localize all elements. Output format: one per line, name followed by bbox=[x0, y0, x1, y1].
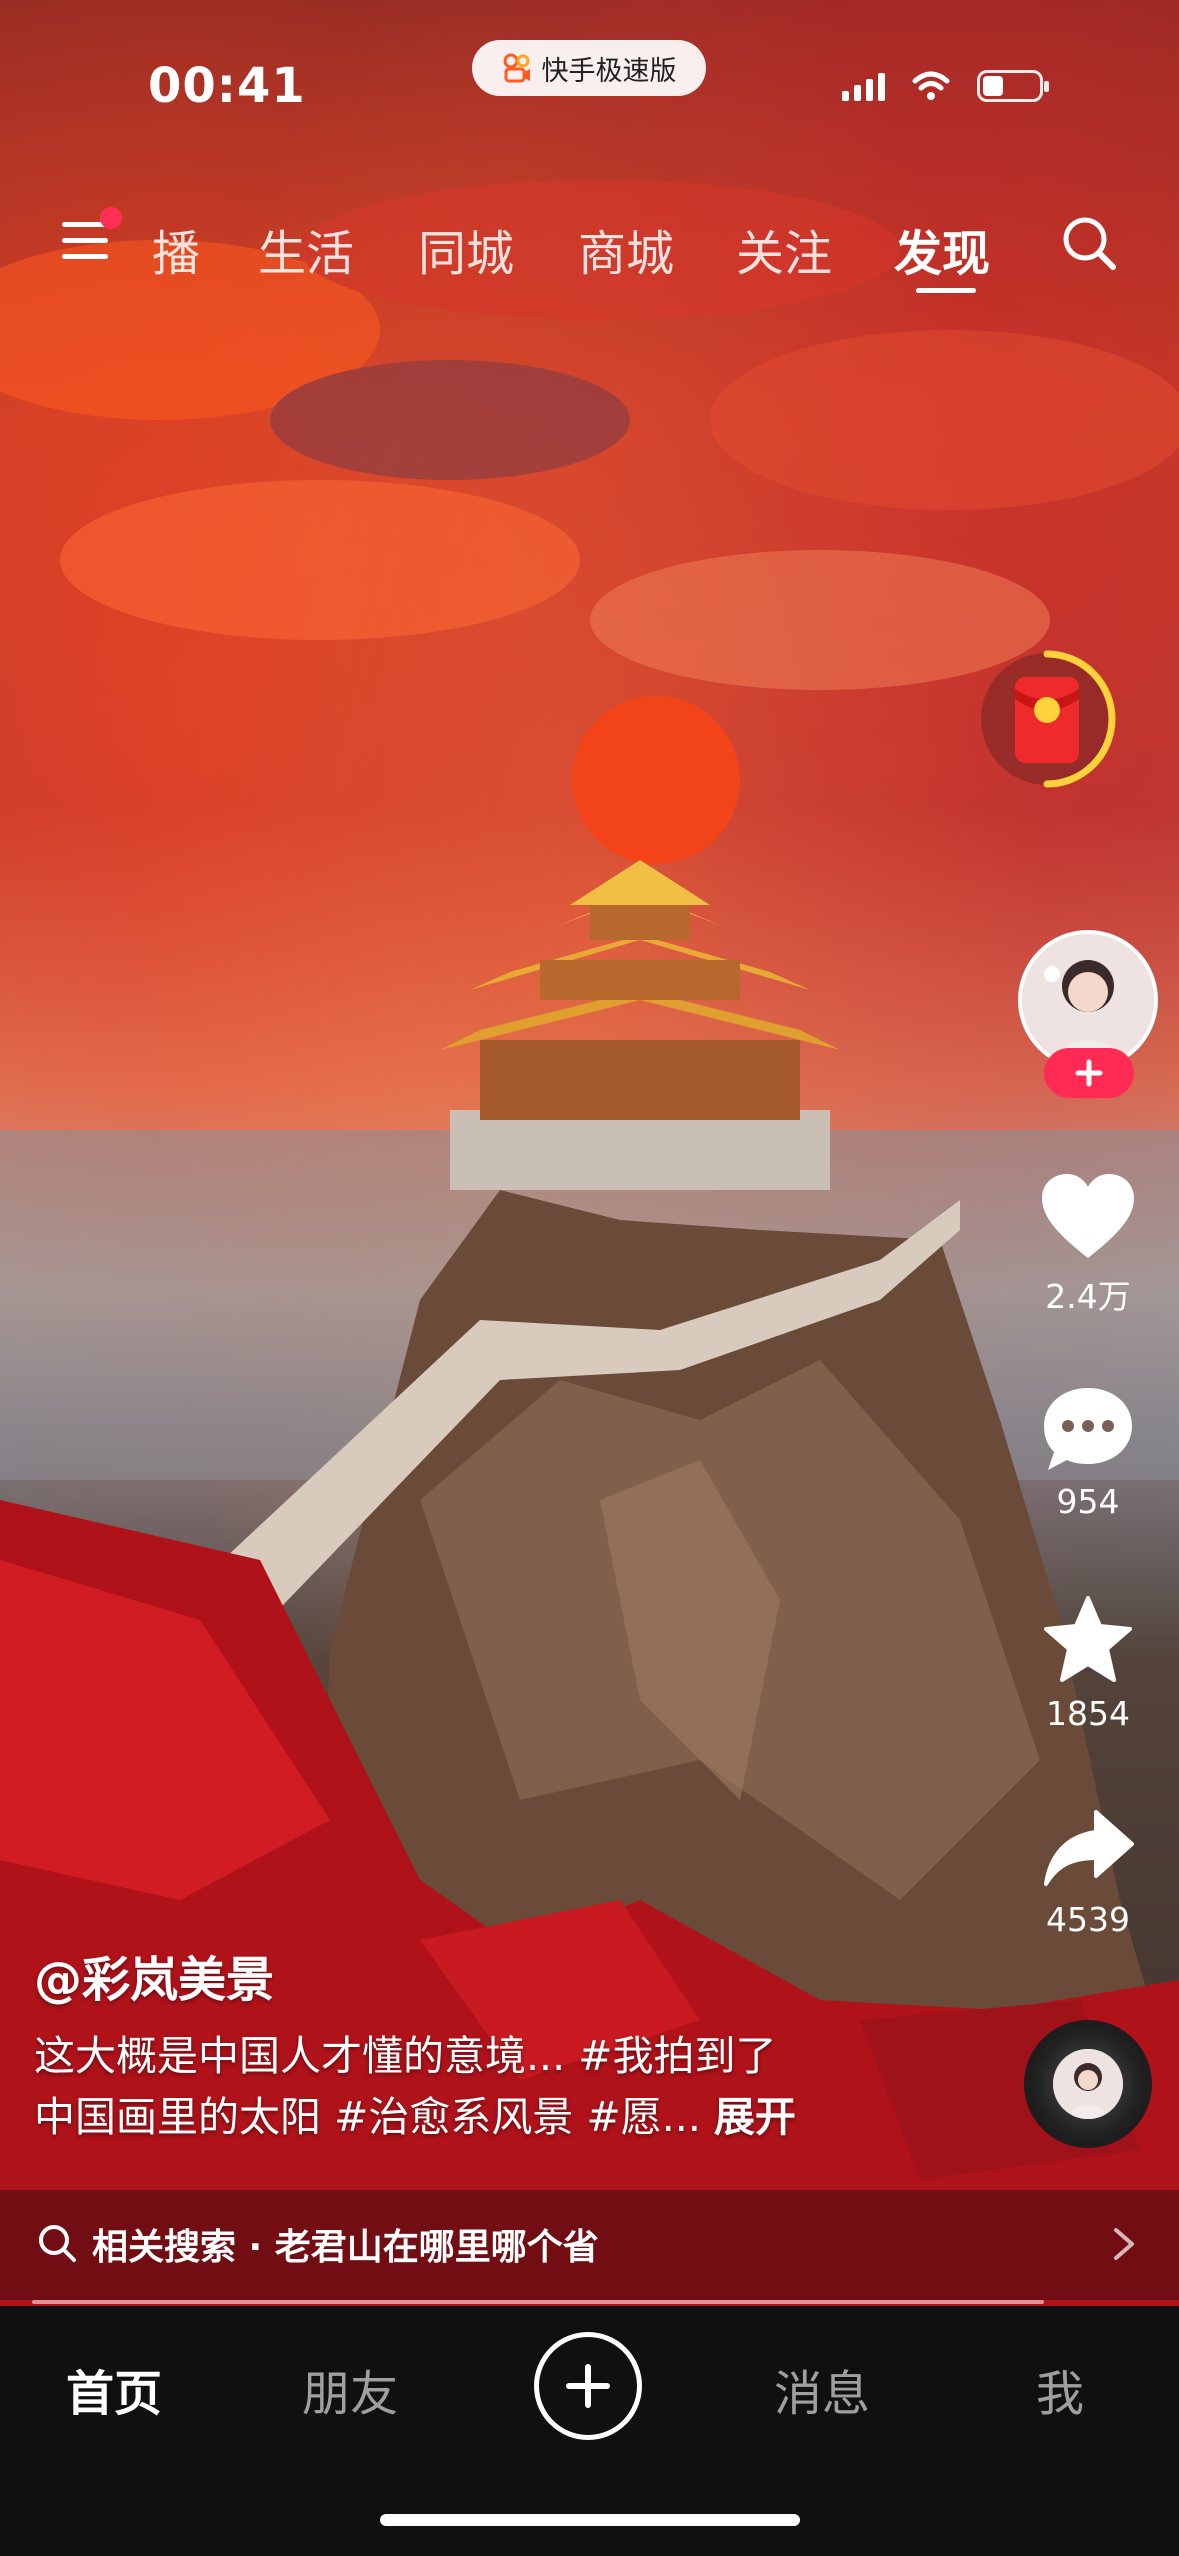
tab-me[interactable]: 我 bbox=[1036, 2354, 1084, 2424]
tab-live-partial[interactable]: 播 bbox=[152, 214, 200, 284]
video-progress-bar[interactable] bbox=[32, 2300, 1044, 2304]
tab-local[interactable]: 同城 bbox=[418, 214, 514, 284]
tab-messages[interactable]: 消息 bbox=[774, 2354, 870, 2424]
home-indicator[interactable] bbox=[380, 2514, 800, 2526]
like-action[interactable]: 2.4万 bbox=[1018, 1172, 1158, 1318]
heart-icon bbox=[1042, 1174, 1134, 1258]
tab-home[interactable]: 首页 bbox=[66, 2354, 162, 2424]
app-pill-label: 快手极速版 bbox=[541, 55, 677, 87]
chevron-right-icon bbox=[1114, 2228, 1134, 2260]
red-packet-reward-button[interactable] bbox=[972, 644, 1122, 794]
follow-button[interactable] bbox=[1044, 1048, 1134, 1098]
tab-discover[interactable]: 发现 bbox=[894, 214, 990, 284]
comment-icon bbox=[1044, 1388, 1132, 1470]
tab-friends[interactable]: 朋友 bbox=[302, 2354, 398, 2424]
favorite-action[interactable]: 1854 bbox=[1018, 1594, 1158, 1733]
related-search-label: 相关搜索 · 老君山在哪里哪个省 bbox=[92, 2227, 599, 2268]
share-action[interactable]: 4539 bbox=[1018, 1806, 1158, 1939]
status-time: 00:41 bbox=[148, 58, 306, 114]
author-name[interactable]: @彩岚美景 bbox=[34, 1940, 274, 2010]
top-nav: 播 生活 同城 商城 关注 发现 bbox=[0, 208, 1179, 293]
music-disc[interactable] bbox=[1024, 2020, 1152, 2148]
like-count: 2.4万 bbox=[1045, 1277, 1131, 1316]
battery-icon bbox=[977, 70, 1049, 102]
kuaishou-logo-icon bbox=[503, 53, 530, 83]
music-cover bbox=[1053, 2049, 1123, 2119]
related-search-bar[interactable]: 相关搜索 · 老君山在哪里哪个省 bbox=[0, 2190, 1179, 2300]
tab-mall[interactable]: 商城 bbox=[578, 214, 674, 284]
create-post-button[interactable] bbox=[534, 2332, 642, 2440]
music-cover-image bbox=[1053, 2049, 1123, 2119]
share-arrow-icon bbox=[1044, 1810, 1134, 1886]
active-tab-indicator bbox=[916, 288, 976, 293]
avatar-image bbox=[1022, 934, 1154, 1066]
video-caption[interactable]: 这大概是中国人才懂的意境... #我拍到了 中国画里的太阳 #治愈系风景 #愿.… bbox=[34, 2026, 914, 2148]
app-badge-pill[interactable]: 快手极速版 bbox=[472, 40, 706, 96]
comment-action[interactable]: 954 bbox=[1018, 1384, 1158, 1521]
cellular-signal-icon bbox=[842, 71, 885, 101]
favorite-count: 1854 bbox=[1046, 1694, 1130, 1733]
expand-button[interactable]: 展开 bbox=[714, 2093, 796, 2141]
tab-following[interactable]: 关注 bbox=[736, 214, 832, 284]
search-icon bbox=[39, 2225, 76, 2262]
caption-line-1: 这大概是中国人才懂的意境... #我拍到了 bbox=[34, 2032, 777, 2080]
caption-line-2: 中国画里的太阳 #治愈系风景 #愿... bbox=[34, 2093, 714, 2141]
plus-icon bbox=[1075, 1059, 1103, 1087]
sun bbox=[572, 696, 740, 864]
plus-icon bbox=[566, 2364, 610, 2408]
comment-count: 954 bbox=[1056, 1482, 1120, 1521]
status-icons bbox=[842, 66, 1049, 106]
star-icon bbox=[1044, 1596, 1132, 1682]
wifi-icon bbox=[912, 71, 950, 100]
share-count: 4539 bbox=[1046, 1900, 1130, 1939]
search-icon[interactable] bbox=[1060, 214, 1118, 272]
tab-life[interactable]: 生活 bbox=[258, 214, 354, 284]
